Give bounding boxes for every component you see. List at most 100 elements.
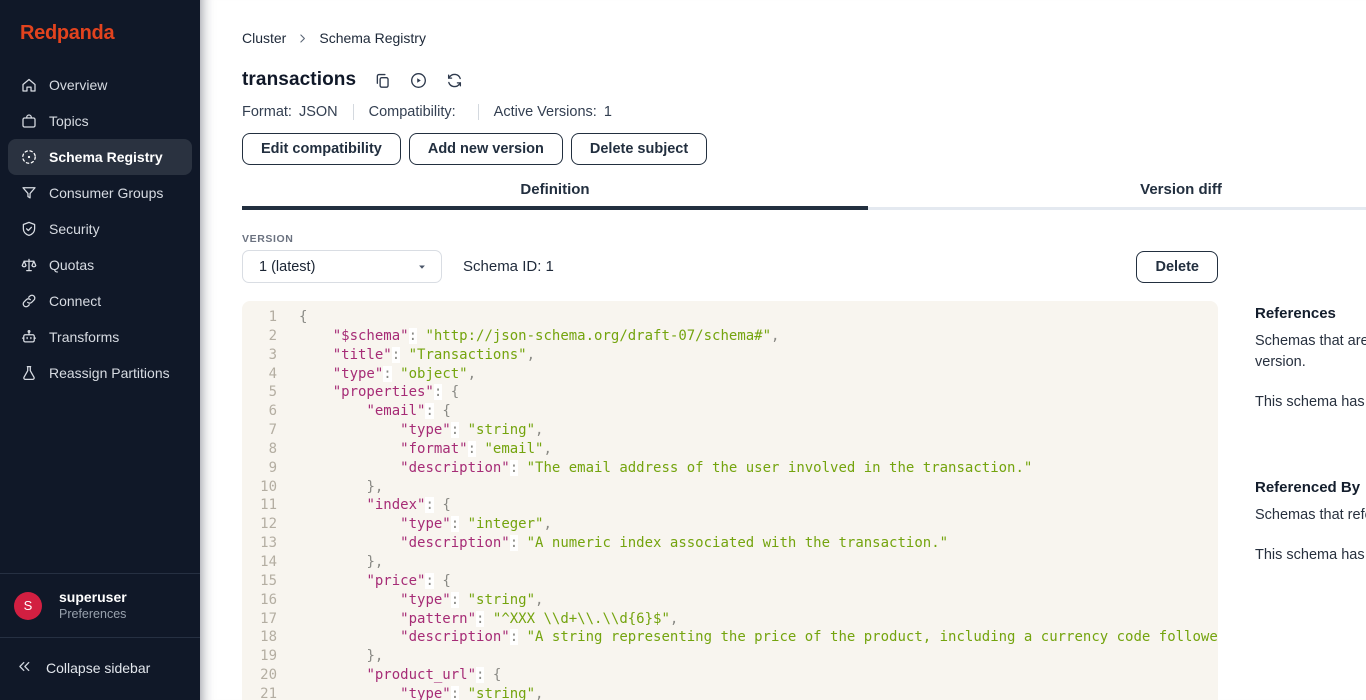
line-number: 15 [242, 572, 277, 591]
schema-code-viewer[interactable]: 1{2 "$schema": "http://json-schema.org/d… [242, 301, 1218, 700]
sidebar-item-label: Topics [49, 113, 89, 129]
active-versions-value: 1 [604, 104, 612, 120]
line-number: 4 [242, 365, 277, 384]
code-line: 15 "price": { [242, 572, 1218, 591]
delete-subject-button[interactable]: Delete subject [571, 133, 707, 165]
user-menu[interactable]: S superuser Preferences [0, 573, 200, 638]
code-line: 13 "description": "A numeric index assoc… [242, 534, 1218, 553]
code-line: 17 "pattern": "^XXX \\d+\\.\\d{6}$", [242, 610, 1218, 629]
sidebar-item-label: Overview [49, 77, 107, 93]
line-number: 14 [242, 553, 277, 572]
code-line: 8 "format": "email", [242, 440, 1218, 459]
code-line: 1{ [242, 308, 1218, 327]
double-chevron-left-icon [16, 658, 33, 678]
line-number: 2 [242, 327, 277, 346]
sidebar-item-quotas[interactable]: Quotas [8, 247, 192, 283]
references-description: Schemas that are referenced by this sche… [1255, 331, 1366, 373]
code-line: 4 "type": "object", [242, 365, 1218, 384]
line-number: 7 [242, 421, 277, 440]
meta-divider [353, 104, 354, 120]
code-line: 18 "description": "A string representing… [242, 628, 1218, 647]
code-line: 11 "index": { [242, 496, 1218, 515]
references-title: References [1255, 305, 1366, 322]
schema-id-text: Schema ID: 1 [463, 258, 554, 275]
code-lines: 1{2 "$schema": "http://json-schema.org/d… [242, 308, 1218, 700]
line-number: 18 [242, 628, 277, 647]
topics-icon [20, 112, 38, 130]
line-number: 11 [242, 496, 277, 515]
user-preferences-link[interactable]: Preferences [59, 606, 127, 623]
line-number: 6 [242, 402, 277, 421]
code-line: 5 "properties": { [242, 383, 1218, 402]
title-row: transactions [242, 69, 1366, 91]
schema-registry-icon [20, 148, 38, 166]
add-new-version-button[interactable]: Add new version [409, 133, 563, 165]
code-line: 9 "description": "The email address of t… [242, 459, 1218, 478]
active-versions-label: Active Versions: [494, 104, 597, 120]
shield-check-icon [20, 220, 38, 238]
tab-bar: DefinitionVersion diff [242, 181, 1366, 210]
sidebar-item-security[interactable]: Security [8, 211, 192, 247]
sidebar-item-transforms[interactable]: Transforms [8, 319, 192, 355]
sidebar-item-connect[interactable]: Connect [8, 283, 192, 319]
referenced-by-description: Schemas that reference this schema versi… [1255, 505, 1366, 526]
referenced-by-empty-text: This schema has no incoming references. [1255, 545, 1366, 566]
line-number: 17 [242, 610, 277, 629]
link-icon [20, 292, 38, 310]
sidebar-item-label: Reassign Partitions [49, 365, 170, 381]
format-label: Format: [242, 104, 292, 120]
sidebar-item-consumer-groups[interactable]: Consumer Groups [8, 175, 192, 211]
edit-compatibility-button[interactable]: Edit compatibility [242, 133, 401, 165]
line-number: 3 [242, 346, 277, 365]
breadcrumb: Cluster Schema Registry [242, 30, 1366, 46]
definition-body: 1{2 "$schema": "http://json-schema.org/d… [242, 301, 1366, 700]
version-select-value: 1 (latest) [259, 259, 315, 275]
line-number: 19 [242, 647, 277, 666]
avatar: S [14, 592, 42, 620]
chevron-right-icon [296, 32, 309, 45]
sidebar-item-schema-registry[interactable]: Schema Registry [8, 139, 192, 175]
code-line: 14 }, [242, 553, 1218, 572]
action-buttons: Edit compatibility Add new version Delet… [242, 133, 1366, 165]
refresh-icon[interactable] [445, 71, 464, 90]
code-line: 19 }, [242, 647, 1218, 666]
references-panel: References Schemas that are referenced b… [1255, 301, 1366, 566]
robot-icon [20, 328, 38, 346]
sidebar-item-label: Connect [49, 293, 101, 309]
tab-version-diff[interactable]: Version diff [868, 181, 1366, 210]
line-number: 1 [242, 308, 277, 327]
sidebar-item-label: Schema Registry [49, 149, 163, 165]
play-circle-icon[interactable] [409, 71, 428, 90]
funnel-icon [20, 184, 38, 202]
tab-definition[interactable]: Definition [242, 181, 868, 210]
code-line: 20 "product_url": { [242, 666, 1218, 685]
format-value: JSON [299, 104, 338, 120]
referenced-by-title: Referenced By [1255, 479, 1366, 496]
sidebar-item-overview[interactable]: Overview [8, 67, 192, 103]
user-name: superuser [59, 588, 127, 606]
sidebar-item-label: Consumer Groups [49, 185, 163, 201]
sidebar-item-label: Security [49, 221, 100, 237]
breadcrumb-cluster[interactable]: Cluster [242, 30, 286, 46]
line-number: 9 [242, 459, 277, 478]
copy-icon[interactable] [373, 71, 392, 90]
line-number: 8 [242, 440, 277, 459]
line-number: 16 [242, 591, 277, 610]
line-number: 20 [242, 666, 277, 685]
version-label: VERSION [242, 233, 1366, 245]
delete-version-button[interactable]: Delete [1136, 251, 1218, 283]
scale-icon [20, 256, 38, 274]
redpanda-logo[interactable]: Redpanda [0, 0, 200, 65]
line-number: 5 [242, 383, 277, 402]
code-line: 21 "type": "string", [242, 685, 1218, 700]
sidebar-bottom: S superuser Preferences Collapse sidebar [0, 573, 200, 700]
version-controls: 1 (latest) Schema ID: 1 Delete [242, 250, 1218, 283]
collapse-sidebar-label: Collapse sidebar [46, 660, 150, 676]
sidebar-item-reassign-partitions[interactable]: Reassign Partitions [8, 355, 192, 391]
version-select[interactable]: 1 (latest) [242, 250, 442, 283]
sidebar: Redpanda Overview Topics Schema Registry Co… [0, 0, 200, 700]
collapse-sidebar-button[interactable]: Collapse sidebar [0, 638, 200, 700]
home-icon [20, 76, 38, 94]
sidebar-item-topics[interactable]: Topics [8, 103, 192, 139]
line-number: 21 [242, 685, 277, 700]
